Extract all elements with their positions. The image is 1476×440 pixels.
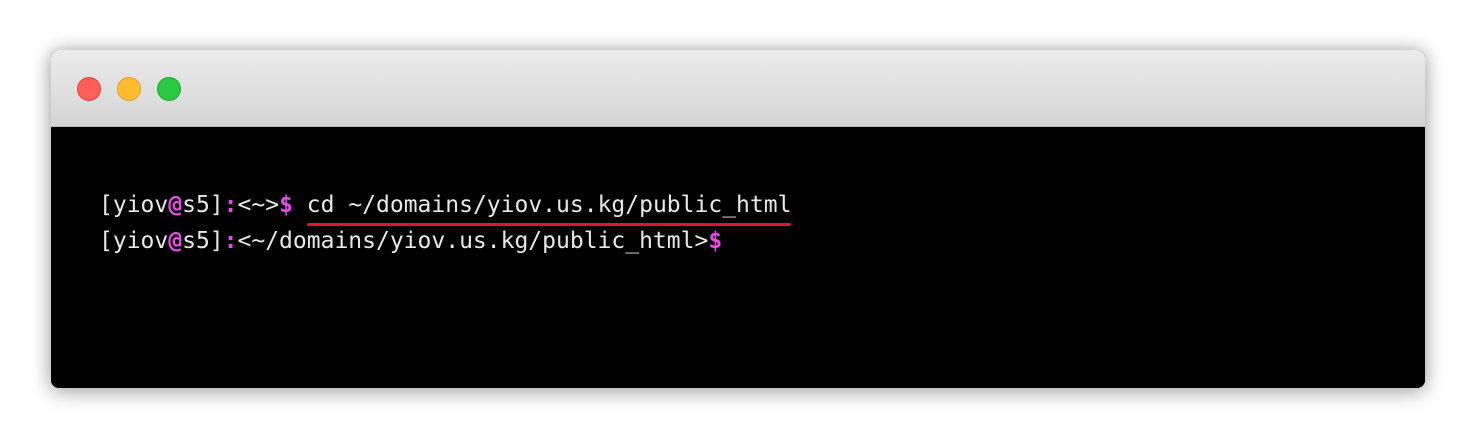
prompt-at-symbol: @: [168, 228, 183, 254]
prompt-user: [yiov: [99, 192, 169, 218]
minimize-button[interactable]: [117, 77, 141, 101]
prompt-colon: :: [223, 228, 238, 254]
prompt-host: s5]: [182, 192, 224, 218]
prompt-path: <~>: [237, 192, 280, 218]
prompt-colon: :: [223, 192, 238, 218]
prompt-user: [yiov: [99, 228, 169, 254]
title-bar: [51, 50, 1425, 127]
prompt-at-symbol: @: [168, 192, 183, 218]
close-button[interactable]: [77, 77, 101, 101]
prompt-host: s5]: [182, 228, 224, 254]
zoom-button[interactable]: [157, 77, 181, 101]
prompt-dollar: $: [708, 228, 723, 254]
prompt-path: <~/domains/yiov.us.kg/public_html>: [237, 228, 709, 254]
prompt-dollar: $: [279, 192, 293, 218]
command-text: cd ~/domains/yiov.us.kg/public_html: [306, 190, 792, 226]
terminal-line: [yiov@s5]:<~>$ cd ~/domains/yiov.us.kg/p…: [99, 190, 792, 226]
terminal-line: [yiov@s5]:<~/domains/yiov.us.kg/public_h…: [99, 226, 722, 256]
command-value: cd ~/domains/yiov.us.kg/public_html: [306, 192, 792, 218]
terminal-window: [yiov@s5]:<~>$ cd ~/domains/yiov.us.kg/p…: [51, 50, 1425, 388]
terminal-output[interactable]: [yiov@s5]:<~>$ cd ~/domains/yiov.us.kg/p…: [51, 127, 1425, 388]
